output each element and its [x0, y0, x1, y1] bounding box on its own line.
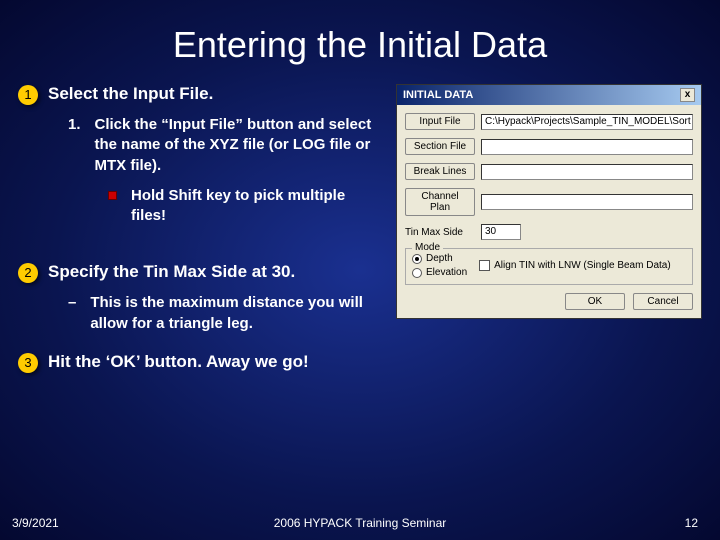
dialog-title-text: INITIAL DATA: [403, 89, 473, 101]
step-1-badge: 1: [18, 85, 38, 105]
step-2-heading: Specify the Tin Max Side at 30.: [48, 262, 295, 282]
footer: 3/9/2021 2006 HYPACK Training Seminar 12: [0, 516, 720, 530]
radio-icon: [412, 268, 422, 278]
step-1-sub-text: Click the “Input File” button and select…: [95, 115, 384, 176]
cancel-button[interactable]: Cancel: [633, 293, 693, 310]
bullet-icon: [108, 191, 117, 200]
step-1-note: Hold Shift key to pick multiple files!: [18, 186, 384, 227]
checkbox-icon: [479, 260, 490, 271]
footer-center: 2006 HYPACK Training Seminar: [274, 516, 447, 530]
step-2-badge: 2: [18, 263, 38, 283]
step-3-heading: Hit the ‘OK’ button. Away we go!: [48, 352, 309, 372]
align-tin-checkbox-row[interactable]: Align TIN with LNW (Single Beam Data): [479, 260, 671, 271]
dash-icon: –: [68, 293, 76, 313]
mode-group: Mode Depth Elevation Align TIN w: [405, 248, 693, 285]
channel-plan-button[interactable]: Channel Plan: [405, 188, 475, 216]
ok-button[interactable]: OK: [565, 293, 625, 310]
depth-radio-row[interactable]: Depth: [412, 253, 467, 264]
step-3-badge: 3: [18, 353, 38, 373]
input-file-field[interactable]: C:\Hypack\Projects\Sample_TIN_MODEL\Sort: [481, 114, 693, 130]
step-1-sub: 1. Click the “Input File” button and sel…: [18, 115, 384, 176]
mode-legend: Mode: [412, 242, 443, 253]
steps-column: 1 Select the Input File. 1. Click the “I…: [18, 84, 384, 391]
step-1: 1 Select the Input File. 1. Click the “I…: [18, 84, 384, 226]
step-1-sub-num: 1.: [68, 115, 81, 135]
step-2-sub-text: This is the maximum distance you will al…: [90, 293, 384, 334]
step-2: 2 Specify the Tin Max Side at 30. – This…: [18, 262, 384, 334]
break-lines-field[interactable]: [481, 164, 693, 180]
footer-date: 3/9/2021: [12, 516, 59, 530]
section-file-field[interactable]: [481, 139, 693, 155]
channel-plan-field[interactable]: [481, 194, 693, 210]
step-1-heading: Select the Input File.: [48, 84, 213, 104]
step-2-sub: – This is the maximum distance you will …: [18, 293, 384, 334]
break-lines-button[interactable]: Break Lines: [405, 163, 475, 180]
initial-data-dialog: INITIAL DATA x Input File C:\Hypack\Proj…: [396, 84, 702, 319]
section-file-button[interactable]: Section File: [405, 138, 475, 155]
align-tin-label: Align TIN with LNW (Single Beam Data): [494, 260, 671, 271]
tin-max-side-label: Tin Max Side: [405, 227, 475, 238]
dialog-titlebar: INITIAL DATA x: [397, 85, 701, 105]
input-file-button[interactable]: Input File: [405, 113, 475, 130]
footer-page: 12: [685, 516, 698, 530]
radio-icon: [412, 254, 422, 264]
close-icon[interactable]: x: [680, 88, 695, 102]
elevation-radio-label: Elevation: [426, 267, 467, 278]
step-1-note-text: Hold Shift key to pick multiple files!: [131, 186, 384, 227]
step-3: 3 Hit the ‘OK’ button. Away we go!: [18, 352, 384, 373]
slide-title: Entering the Initial Data: [0, 0, 720, 84]
tin-max-side-field[interactable]: 30: [481, 224, 521, 240]
elevation-radio-row[interactable]: Elevation: [412, 267, 467, 278]
depth-radio-label: Depth: [426, 253, 453, 264]
